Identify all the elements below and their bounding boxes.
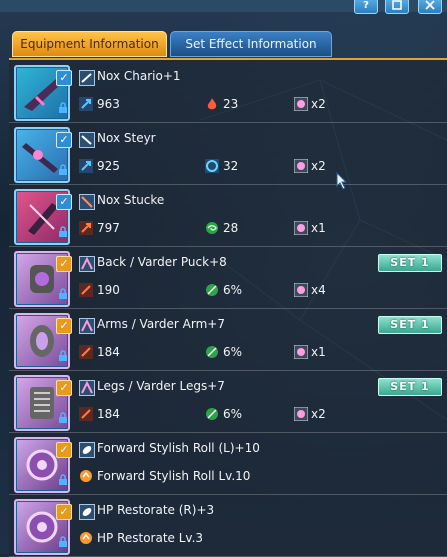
minimize-button[interactable] [385,0,409,14]
lock-icon [59,474,67,485]
element-value: 32 [223,159,239,173]
resistance-value: 6% [223,345,243,359]
fire-icon [207,98,217,110]
attack-value: 797 [97,221,120,235]
checkbox-icon[interactable]: ✓ [56,504,72,520]
help-icon: ? [363,0,369,11]
lock-icon [59,412,67,423]
element-value: 23 [223,97,239,111]
checkbox-icon[interactable]: ✓ [56,194,72,210]
slot-icon [294,345,308,359]
set-badge: SET 1 [378,378,442,396]
list-item-nox-stucke[interactable]: ✓ Nox Stucke 797 28 x1 [9,184,447,247]
defense-value: 190 [97,283,120,297]
slot-count: x4 [311,283,326,297]
list-item-hp-restorate[interactable]: ✓ HP Restorate (R)+3 HP Restorate Lv.3 [9,494,447,557]
unit-type-icon [79,256,95,272]
lock-icon [59,350,67,361]
item-name: Legs / Varder Legs+7 [97,379,225,393]
item-name: Nox Steyr [97,131,156,145]
checkbox-icon[interactable]: ✓ [56,70,72,86]
element-value: 28 [223,221,239,235]
resistance-icon [206,284,218,296]
checkbox-icon[interactable]: ✓ [56,256,72,272]
close-button[interactable] [418,0,442,14]
set-badge: SET 1 [378,254,442,272]
slot-icon [294,97,308,111]
attack-value: 963 [97,97,120,111]
resistance-value: 6% [223,283,243,297]
sword-icon [79,194,95,210]
resistance-icon [206,408,218,420]
list-item-nox-chario[interactable]: ✓ Nox Chario+1 963 23 x2 [9,60,447,123]
item-name: Nox Chario+1 [97,69,181,83]
window-icon [392,0,402,10]
item-name: Arms / Varder Arm+7 [97,317,225,331]
item-name: Nox Stucke [97,193,165,207]
lock-icon [59,226,67,237]
slot-icon [294,159,308,173]
tab-equipment-information[interactable]: Equipment Information [12,31,167,57]
help-button[interactable]: ? [354,0,378,14]
disc-type-icon [79,504,95,520]
item-name: HP Restorate (R)+3 [97,503,215,517]
defense-icon [79,283,93,297]
attack-icon [79,221,93,235]
title-bar: ? [0,0,447,14]
unit-type-icon [79,318,95,334]
slot-count: x2 [311,159,326,173]
defense-icon [79,345,93,359]
slot-icon [294,407,308,421]
checkbox-icon[interactable]: ✓ [56,318,72,334]
slot-count: x1 [311,221,326,235]
defense-icon [79,407,93,421]
skill-detail: Forward Stylish Roll Lv.10 [97,469,251,483]
list-item-arms-unit[interactable]: ✓ Arms / Varder Arm+7 SET 1 184 6% x1 [9,308,447,371]
list-item-forward-stylish-roll[interactable]: ✓ Forward Stylish Roll (L)+10 Forward St… [9,432,447,495]
disc-type-icon [79,442,95,458]
ice-icon [205,159,219,173]
item-name: Back / Varder Puck+8 [97,255,227,269]
set-badge: SET 1 [378,316,442,334]
unit-type-icon [79,380,95,396]
list-item-back-unit[interactable]: ✓ Back / Varder Puck+8 SET 1 190 6% x4 [9,246,447,309]
mouse-cursor-icon [336,172,348,190]
wind-icon [206,222,218,234]
checkbox-icon[interactable]: ✓ [56,380,72,396]
item-name: Forward Stylish Roll (L)+10 [97,441,260,455]
checkbox-icon[interactable]: ✓ [56,132,72,148]
launcher-type-icon [79,132,95,148]
attack-icon [79,159,93,173]
list-item-nox-steyr[interactable]: ✓ Nox Steyr 925 32 x2 [9,122,447,185]
lock-icon [59,288,67,299]
equipment-list: ✓ Nox Chario+1 963 23 x2 ✓ Nox Steyr 925… [9,58,447,557]
list-item-legs-unit[interactable]: ✓ Legs / Varder Legs+7 SET 1 184 6% x2 [9,370,447,433]
close-icon [425,0,435,10]
lock-icon [59,102,67,113]
resistance-icon [206,346,218,358]
tab-set-effect-information[interactable]: Set Effect Information [170,31,332,57]
defense-value: 184 [97,407,120,421]
defense-value: 184 [97,345,120,359]
assault-rifle-icon [79,70,95,86]
attack-value: 925 [97,159,120,173]
attack-icon [79,97,93,111]
resistance-value: 6% [223,407,243,421]
skill-detail: HP Restorate Lv.3 [97,531,204,545]
checkbox-icon[interactable]: ✓ [56,442,72,458]
slot-icon [294,221,308,235]
skill-icon [80,470,92,482]
slot-count: x2 [311,97,326,111]
slot-count: x1 [311,345,326,359]
lock-icon [59,164,67,175]
slot-count: x2 [311,407,326,421]
lock-icon [59,536,67,547]
skill-icon [80,532,92,544]
slot-icon [294,283,308,297]
